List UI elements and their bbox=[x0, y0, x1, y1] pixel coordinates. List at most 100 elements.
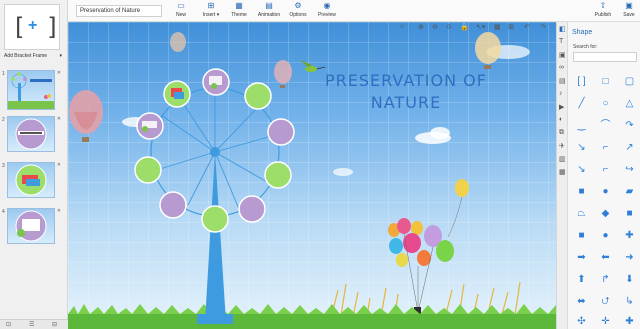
undo-icon[interactable]: ↶ bbox=[524, 23, 530, 31]
close-icon[interactable]: ✕ bbox=[57, 208, 61, 214]
slide-thumbnail[interactable]: 3 ✕ bbox=[2, 162, 61, 198]
bracket-shape-icon[interactable]: [ ] bbox=[573, 74, 590, 89]
slide-thumbnail[interactable]: 4 ✕ bbox=[2, 208, 61, 244]
publish-label: Publish bbox=[594, 12, 612, 18]
slide-thumbnail-image bbox=[15, 164, 47, 196]
filled-square-icon[interactable]: ■ bbox=[573, 228, 590, 243]
presentation-title-input[interactable]: Preservation of Nature bbox=[76, 5, 162, 17]
hot-air-balloon bbox=[475, 32, 501, 69]
publish-button[interactable]: ⇧ Publish bbox=[592, 1, 614, 21]
arc-icon[interactable]: ⌒ bbox=[597, 118, 614, 133]
theme-label: Theme bbox=[231, 12, 247, 18]
cross-arrow-icon[interactable]: ✛ bbox=[597, 314, 614, 329]
lock-icon[interactable]: 🔒 bbox=[460, 23, 469, 31]
zoom-in-icon[interactable]: ⊕ bbox=[418, 23, 424, 31]
new-button[interactable]: ▭ New bbox=[172, 1, 190, 21]
align-icon[interactable]: ⊞ bbox=[508, 23, 514, 31]
parallelogram-icon[interactable]: ▰ bbox=[621, 184, 638, 199]
filled-circle-icon[interactable]: ● bbox=[597, 228, 614, 243]
slide-list-icon[interactable]: ☰ bbox=[29, 321, 34, 328]
symbol-tab-icon[interactable]: ◐ bbox=[559, 116, 563, 123]
pointer-icon[interactable]: ↖▾ bbox=[476, 23, 485, 31]
search-input[interactable] bbox=[573, 52, 637, 62]
left-right-arrow-icon[interactable]: ⬌ bbox=[573, 294, 590, 309]
diamond-icon[interactable]: ◆ bbox=[597, 206, 614, 221]
close-icon[interactable]: ✕ bbox=[57, 70, 61, 76]
rounded-rectangle-icon[interactable]: ▢ bbox=[621, 74, 638, 89]
close-icon[interactable]: ✕ bbox=[57, 116, 61, 122]
publish-icon: ⇧ bbox=[599, 1, 607, 10]
hot-air-balloon bbox=[69, 90, 103, 142]
slide-settings-icon[interactable]: ⊡ bbox=[6, 321, 11, 328]
arrow-right-icon[interactable]: ➡ bbox=[573, 250, 590, 265]
fit-view-icon[interactable]: ⊙ bbox=[446, 23, 452, 31]
text-tab-icon[interactable]: T bbox=[559, 38, 563, 45]
slides-panel: [ ] + Add Bracket Frame ▾ 1 ✕ 2 ✕ 3 ✕ 4 … bbox=[0, 0, 68, 329]
u-turn-arrow-icon[interactable]: ⮍ bbox=[597, 294, 614, 309]
trapezoid-icon[interactable]: ⏢ bbox=[573, 206, 590, 221]
wheel-cabin-frame[interactable] bbox=[134, 156, 162, 184]
curve-icon[interactable]: ‿ bbox=[573, 118, 590, 133]
grid-icon[interactable]: ▦ bbox=[494, 23, 501, 31]
table-tab-icon[interactable]: ▦ bbox=[559, 168, 566, 176]
theme-button[interactable]: ▦ Theme bbox=[229, 1, 249, 21]
circle-outline-icon[interactable]: ○ bbox=[597, 96, 614, 111]
flash-tab-icon[interactable]: ▥ bbox=[559, 155, 566, 163]
elbow-connector-icon[interactable]: ⌐ bbox=[597, 140, 614, 155]
collapse-panel-icon[interactable]: ⊟ bbox=[52, 321, 57, 328]
save-button[interactable]: ▣ Save bbox=[620, 1, 638, 21]
options-button[interactable]: ⚙ Options bbox=[287, 1, 309, 21]
video-tab-icon[interactable]: ▶ bbox=[559, 103, 564, 111]
wheel-cabin-frame[interactable] bbox=[159, 191, 187, 219]
rectangle-outline-icon[interactable]: □ bbox=[597, 74, 614, 89]
wheel-cabin-frame[interactable] bbox=[201, 205, 229, 233]
music-tab-icon[interactable]: ♪ bbox=[559, 90, 563, 97]
animation-button[interactable]: ▤ Animation bbox=[255, 1, 283, 21]
close-icon[interactable]: ✕ bbox=[57, 162, 61, 168]
add-bracket-frame-dropdown[interactable]: Add Bracket Frame ▾ bbox=[4, 52, 62, 61]
home-icon[interactable]: ⌂ bbox=[400, 23, 404, 30]
arrow-up-icon[interactable]: ⬆ bbox=[573, 272, 590, 287]
slide-thumbnail[interactable]: 2 ✕ bbox=[2, 116, 61, 152]
zoom-out-icon[interactable]: ⊖ bbox=[432, 23, 438, 31]
curved-connector-icon[interactable]: ↪ bbox=[621, 162, 638, 177]
filled-rectangle-icon[interactable]: ■ bbox=[573, 184, 590, 199]
wheel-cabin-frame[interactable] bbox=[264, 161, 292, 189]
arrow-down-icon[interactable]: ⬇ bbox=[621, 272, 638, 287]
triangle-outline-icon[interactable]: △ bbox=[621, 96, 638, 111]
wheel-cabin-frame[interactable] bbox=[238, 195, 266, 223]
plane-tab-icon[interactable]: ✈ bbox=[559, 142, 565, 150]
preview-button[interactable]: ◉ Preview bbox=[316, 1, 338, 21]
diagonal-arrow-icon[interactable]: ↘ bbox=[573, 140, 590, 155]
wheel-cabin-frame[interactable] bbox=[267, 118, 295, 146]
bracket-frame-button[interactable]: [ ] + bbox=[4, 4, 60, 50]
curve-arrow-icon[interactable]: ↷ bbox=[621, 118, 638, 133]
presentation-title-text[interactable]: PRESERVATION OF NATURE bbox=[306, 70, 506, 114]
wheel-cabin-frame[interactable] bbox=[244, 82, 272, 110]
bent-arrow-icon[interactable]: ↳ bbox=[621, 294, 638, 309]
chevron-down-icon[interactable]: ▾ bbox=[59, 52, 62, 61]
link-tab-icon[interactable]: ∞ bbox=[559, 64, 564, 71]
options-label: Options bbox=[289, 12, 307, 18]
shape-tab-icon[interactable]: ◧ bbox=[559, 25, 566, 33]
filled-circle-icon[interactable]: ● bbox=[597, 184, 614, 199]
line-icon[interactable]: ╱ bbox=[573, 96, 590, 111]
chart-tab-icon[interactable]: ▤ bbox=[559, 77, 566, 85]
four-way-arrow-icon[interactable]: ✣ bbox=[573, 314, 590, 329]
plus-arrow-icon[interactable]: ✚ bbox=[621, 314, 638, 329]
image-tab-icon[interactable]: ▣ bbox=[559, 51, 566, 59]
presentation-canvas[interactable]: PRESERVATION OF NATURE ⌂ ⊕ ⊖ ⊙ 🔒 ↖▾ ▦ ⊞ … bbox=[68, 22, 556, 329]
slide-thumbnail[interactable]: 1 ✕ bbox=[2, 70, 61, 110]
redo-icon[interactable]: ↷ bbox=[540, 23, 546, 31]
wheel-tower bbox=[205, 152, 226, 322]
diagonal-arrow-icon[interactable]: ↘ bbox=[573, 162, 590, 177]
diagonal-line-icon[interactable]: ↗ bbox=[621, 140, 638, 155]
arrow-left-icon[interactable]: ⬅ bbox=[597, 250, 614, 265]
bent-arrow-icon[interactable]: ↱ bbox=[597, 272, 614, 287]
insert-button[interactable]: ⊞ Insert ▾ bbox=[199, 1, 223, 21]
layer-tab-icon[interactable]: ⧉ bbox=[559, 129, 564, 137]
plus-shape-icon[interactable]: ✚ bbox=[621, 228, 638, 243]
arrow-right-icon[interactable]: ➜ bbox=[621, 250, 638, 265]
square-filled-icon[interactable]: ■ bbox=[621, 206, 638, 221]
elbow-connector-icon[interactable]: ⌐ bbox=[597, 162, 614, 177]
